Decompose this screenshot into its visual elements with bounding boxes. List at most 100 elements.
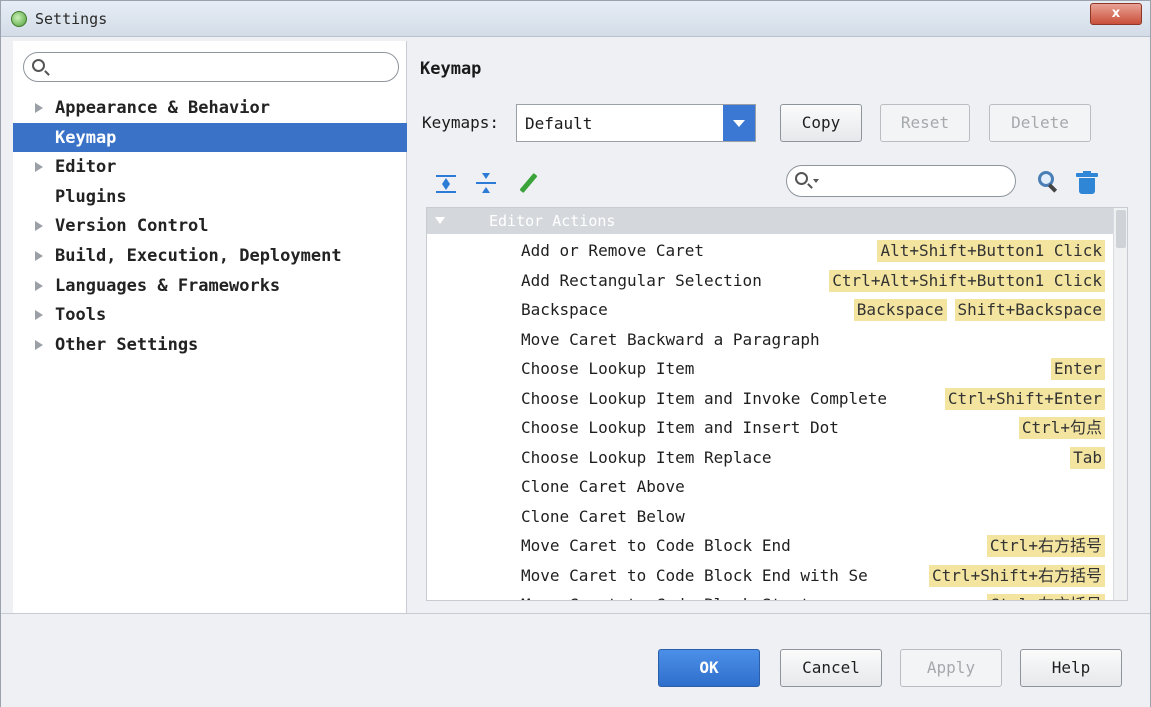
chevron-down-icon[interactable] [435, 217, 445, 224]
shortcut-badge: Shift+Backspace [954, 299, 1105, 321]
sidebar-item-other-settings[interactable]: Other Settings [13, 330, 407, 360]
shortcut-badge: Alt+Shift+Button1 Click [877, 240, 1105, 262]
action-row[interactable]: Choose Lookup Item Enter [427, 355, 1113, 385]
settings-sidebar: Appearance & Behavior Keymap Editor Plugins… [13, 41, 407, 613]
sidebar-item-plugins[interactable]: Plugins [13, 182, 407, 212]
action-row[interactable]: Move Caret to Code Block End Ctrl+右方括号 [427, 532, 1113, 562]
keymap-panel: Keymap Keymaps: Default Copy Reset Delet… [408, 41, 1140, 613]
find-shortcut-icon[interactable] [1036, 171, 1058, 195]
sidebar-item-languages-frameworks[interactable]: Languages & Frameworks [13, 271, 407, 301]
action-name: Move Caret Backward a Paragraph [521, 329, 820, 349]
sidebar-item-label: Editor [55, 157, 117, 178]
sidebar-item-label: Plugins [55, 186, 127, 207]
sidebar-item-appearance-behavior[interactable]: Appearance & Behavior [13, 93, 407, 123]
scrollbar-thumb[interactable] [1116, 210, 1126, 248]
action-shortcuts: Ctrl+Shift+Enter [944, 387, 1105, 410]
collapse-all-icon[interactable] [476, 173, 496, 193]
action-name: Clone Caret Above [521, 477, 685, 496]
keymaps-select[interactable]: Default [516, 104, 756, 142]
close-button[interactable]: x [1090, 3, 1142, 25]
sidebar-search-input[interactable] [23, 52, 399, 82]
shortcut-badge: Ctrl+右方括号 [986, 535, 1105, 557]
search-icon [32, 59, 45, 72]
action-shortcuts: Ctrl+左方括号 [986, 594, 1105, 600]
chevron-down-icon[interactable] [723, 105, 755, 141]
keymaps-label: Keymaps: [422, 113, 500, 132]
keymaps-select-value: Default [525, 114, 593, 133]
action-name: Add or Remove Caret [521, 241, 705, 260]
delete-button[interactable]: Delete [989, 104, 1091, 142]
search-icon [795, 172, 808, 185]
sidebar-item-label: Tools [55, 305, 107, 326]
apply-button[interactable]: Apply [900, 649, 1002, 687]
shortcut-badge: Ctrl+左方括号 [986, 594, 1105, 600]
page-title: Keymap [420, 59, 482, 79]
action-row[interactable]: Move Caret to Code Block Start Ctrl+左方括号 [427, 591, 1113, 600]
action-row[interactable]: Add Rectangular Selection Ctrl+Alt+Shift+… [427, 267, 1113, 297]
chevron-right-icon[interactable] [35, 162, 43, 173]
shortcut-badge: Tab [1070, 446, 1105, 469]
chevron-right-icon[interactable] [35, 280, 43, 291]
chevron-right-icon[interactable] [35, 221, 43, 232]
action-row[interactable]: Add or Remove Caret Alt+Shift+Button1 Cli… [427, 237, 1113, 267]
action-shortcuts: Alt+Shift+Button1 Click [877, 240, 1105, 262]
chevron-right-icon[interactable] [35, 103, 43, 113]
action-name: Add Rectangular Selection [521, 270, 762, 290]
vertical-scrollbar[interactable] [1113, 208, 1127, 600]
ok-button[interactable]: OK [658, 649, 760, 687]
action-name: Move Caret to Code Block Start [521, 595, 810, 600]
action-row[interactable]: Choose Lookup Item and Insert Dot Ctrl+句点 [427, 414, 1113, 444]
action-row[interactable]: Clone Caret Below [427, 503, 1113, 533]
action-row[interactable]: Backspace Backspace Shift+Backspace [427, 296, 1113, 326]
app-icon [11, 11, 27, 27]
sidebar-item-label: Version Control [55, 216, 209, 237]
action-row[interactable]: Choose Lookup Item Replace Tab [427, 444, 1113, 474]
sidebar-item-label: Appearance & Behavior [55, 98, 270, 118]
settings-tree: Appearance & Behavior Keymap Editor Plugins… [13, 93, 407, 359]
chevron-right-icon[interactable] [35, 339, 43, 350]
action-shortcuts: Ctrl+Alt+Shift+Button1 Click [829, 269, 1105, 292]
sidebar-item-label: Other Settings [55, 334, 199, 355]
action-name: Choose Lookup Item Replace [521, 447, 772, 467]
sidebar-item-editor[interactable]: Editor [13, 152, 407, 182]
action-name: Choose Lookup Item [521, 359, 695, 378]
sidebar-item-label: Languages & Frameworks [55, 275, 281, 296]
edit-icon[interactable] [518, 172, 538, 194]
action-name: Move Caret to Code Block End with Se [521, 565, 868, 585]
sidebar-item-version-control[interactable]: Version Control [13, 211, 407, 241]
action-shortcuts: Backspace Shift+Backspace [853, 299, 1105, 321]
shortcut-badge: Ctrl+句点 [1018, 417, 1105, 439]
action-row[interactable]: Choose Lookup Item and Invoke Complete Ct… [427, 385, 1113, 415]
cancel-button[interactable]: Cancel [780, 649, 882, 687]
action-shortcuts: Ctrl+句点 [1018, 417, 1105, 439]
action-row[interactable]: Clone Caret Above [427, 473, 1113, 503]
chevron-right-icon[interactable] [35, 250, 43, 261]
trash-icon[interactable] [1076, 171, 1098, 195]
action-shortcuts: Tab [1070, 446, 1105, 469]
action-shortcuts: Ctrl+右方括号 [986, 535, 1105, 557]
action-name: Move Caret to Code Block End [521, 536, 791, 555]
action-row[interactable]: Move Caret to Code Block End with Se Ctrl… [427, 562, 1113, 592]
window-title: Settings [35, 10, 108, 28]
sidebar-item-keymap[interactable]: Keymap [13, 122, 407, 153]
settings-dialog: Settings x Appearance & Behavior Keymap Ed… [0, 0, 1151, 707]
action-row[interactable]: Move Caret Backward a Paragraph [427, 326, 1113, 356]
help-button[interactable]: Help [1020, 649, 1122, 687]
chevron-right-icon[interactable] [35, 310, 43, 321]
title-bar: Settings x [1, 1, 1150, 37]
search-options-icon[interactable] [813, 179, 819, 183]
group-row-editor-actions[interactable]: Editor Actions [427, 208, 1113, 234]
action-shortcuts: Enter [1050, 358, 1105, 380]
expand-all-icon[interactable] [436, 173, 456, 193]
shortcut-badge: Backspace [853, 299, 947, 321]
shortcut-badge: Ctrl+Alt+Shift+Button1 Click [829, 269, 1105, 292]
group-label: Editor Actions [489, 212, 616, 230]
copy-button[interactable]: Copy [780, 104, 862, 142]
shortcut-badge: Ctrl+Shift+Enter [944, 387, 1105, 410]
sidebar-item-tools[interactable]: Tools [13, 300, 407, 330]
action-search-input[interactable] [786, 165, 1016, 197]
action-name: Backspace [521, 300, 608, 319]
action-name: Clone Caret Below [521, 506, 685, 526]
reset-button[interactable]: Reset [880, 104, 970, 142]
sidebar-item-build-execution-deployment[interactable]: Build, Execution, Deployment [13, 241, 407, 271]
